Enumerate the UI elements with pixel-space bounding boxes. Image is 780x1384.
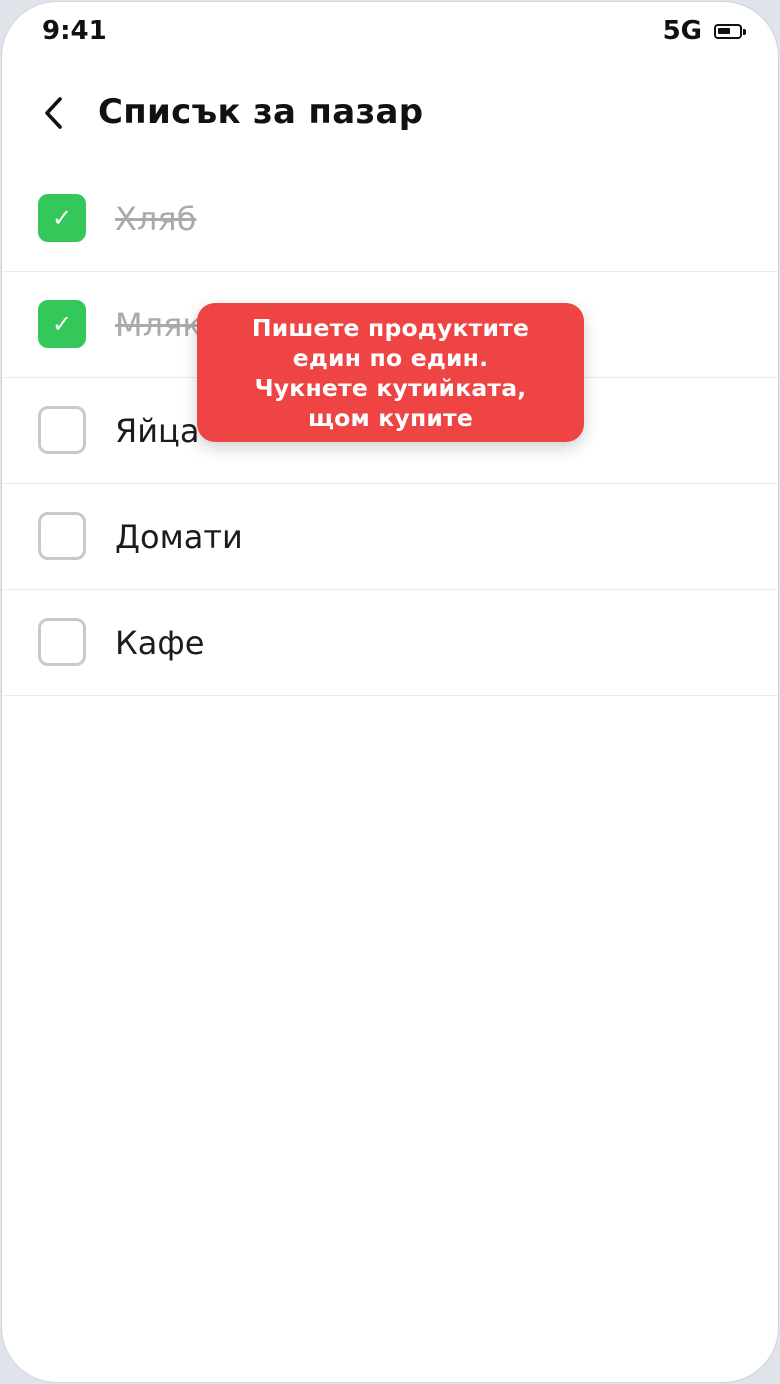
status-indicators: 5G — [662, 16, 746, 46]
checkmark-icon: ✓ — [51, 310, 73, 338]
item-checkbox[interactable] — [38, 618, 86, 666]
tooltip-line: Пишете продуктите — [251, 313, 530, 342]
phone-screen: 9:41 5G Списък за пазар ✓ Хляб ✓ Мляко Я… — [1, 1, 779, 1383]
network-indicator: 5G — [662, 16, 702, 46]
item-label: Хляб — [115, 200, 197, 238]
hint-tooltip: Пишете продуктите един по един. Чукнете … — [197, 303, 584, 442]
list-item: Кафе — [2, 590, 778, 696]
back-button[interactable] — [30, 86, 78, 140]
item-checkbox[interactable] — [38, 512, 86, 560]
battery-icon — [714, 23, 746, 39]
tooltip-line: Чукнете кутийката, — [254, 373, 527, 402]
item-label: Домати — [115, 518, 243, 556]
list-item: ✓ Хляб — [2, 166, 778, 272]
item-checkbox[interactable]: ✓ — [38, 300, 86, 348]
tooltip-line: един по един. — [292, 343, 489, 372]
chevron-left-icon — [45, 97, 62, 129]
header: Списък за пазар — [2, 72, 778, 156]
list-item: Домати — [2, 484, 778, 590]
tooltip-line: щом купите — [307, 403, 474, 432]
battery-level — [718, 27, 730, 34]
status-time: 9:41 — [42, 16, 107, 46]
item-label: Яйца — [115, 412, 200, 450]
item-label: Кафе — [115, 624, 205, 662]
status-bar: 9:41 5G — [2, 2, 778, 64]
item-checkbox[interactable] — [38, 406, 86, 454]
item-checkbox[interactable]: ✓ — [38, 194, 86, 242]
checkmark-icon: ✓ — [51, 204, 73, 232]
page-title: Списък за пазар — [98, 92, 424, 132]
